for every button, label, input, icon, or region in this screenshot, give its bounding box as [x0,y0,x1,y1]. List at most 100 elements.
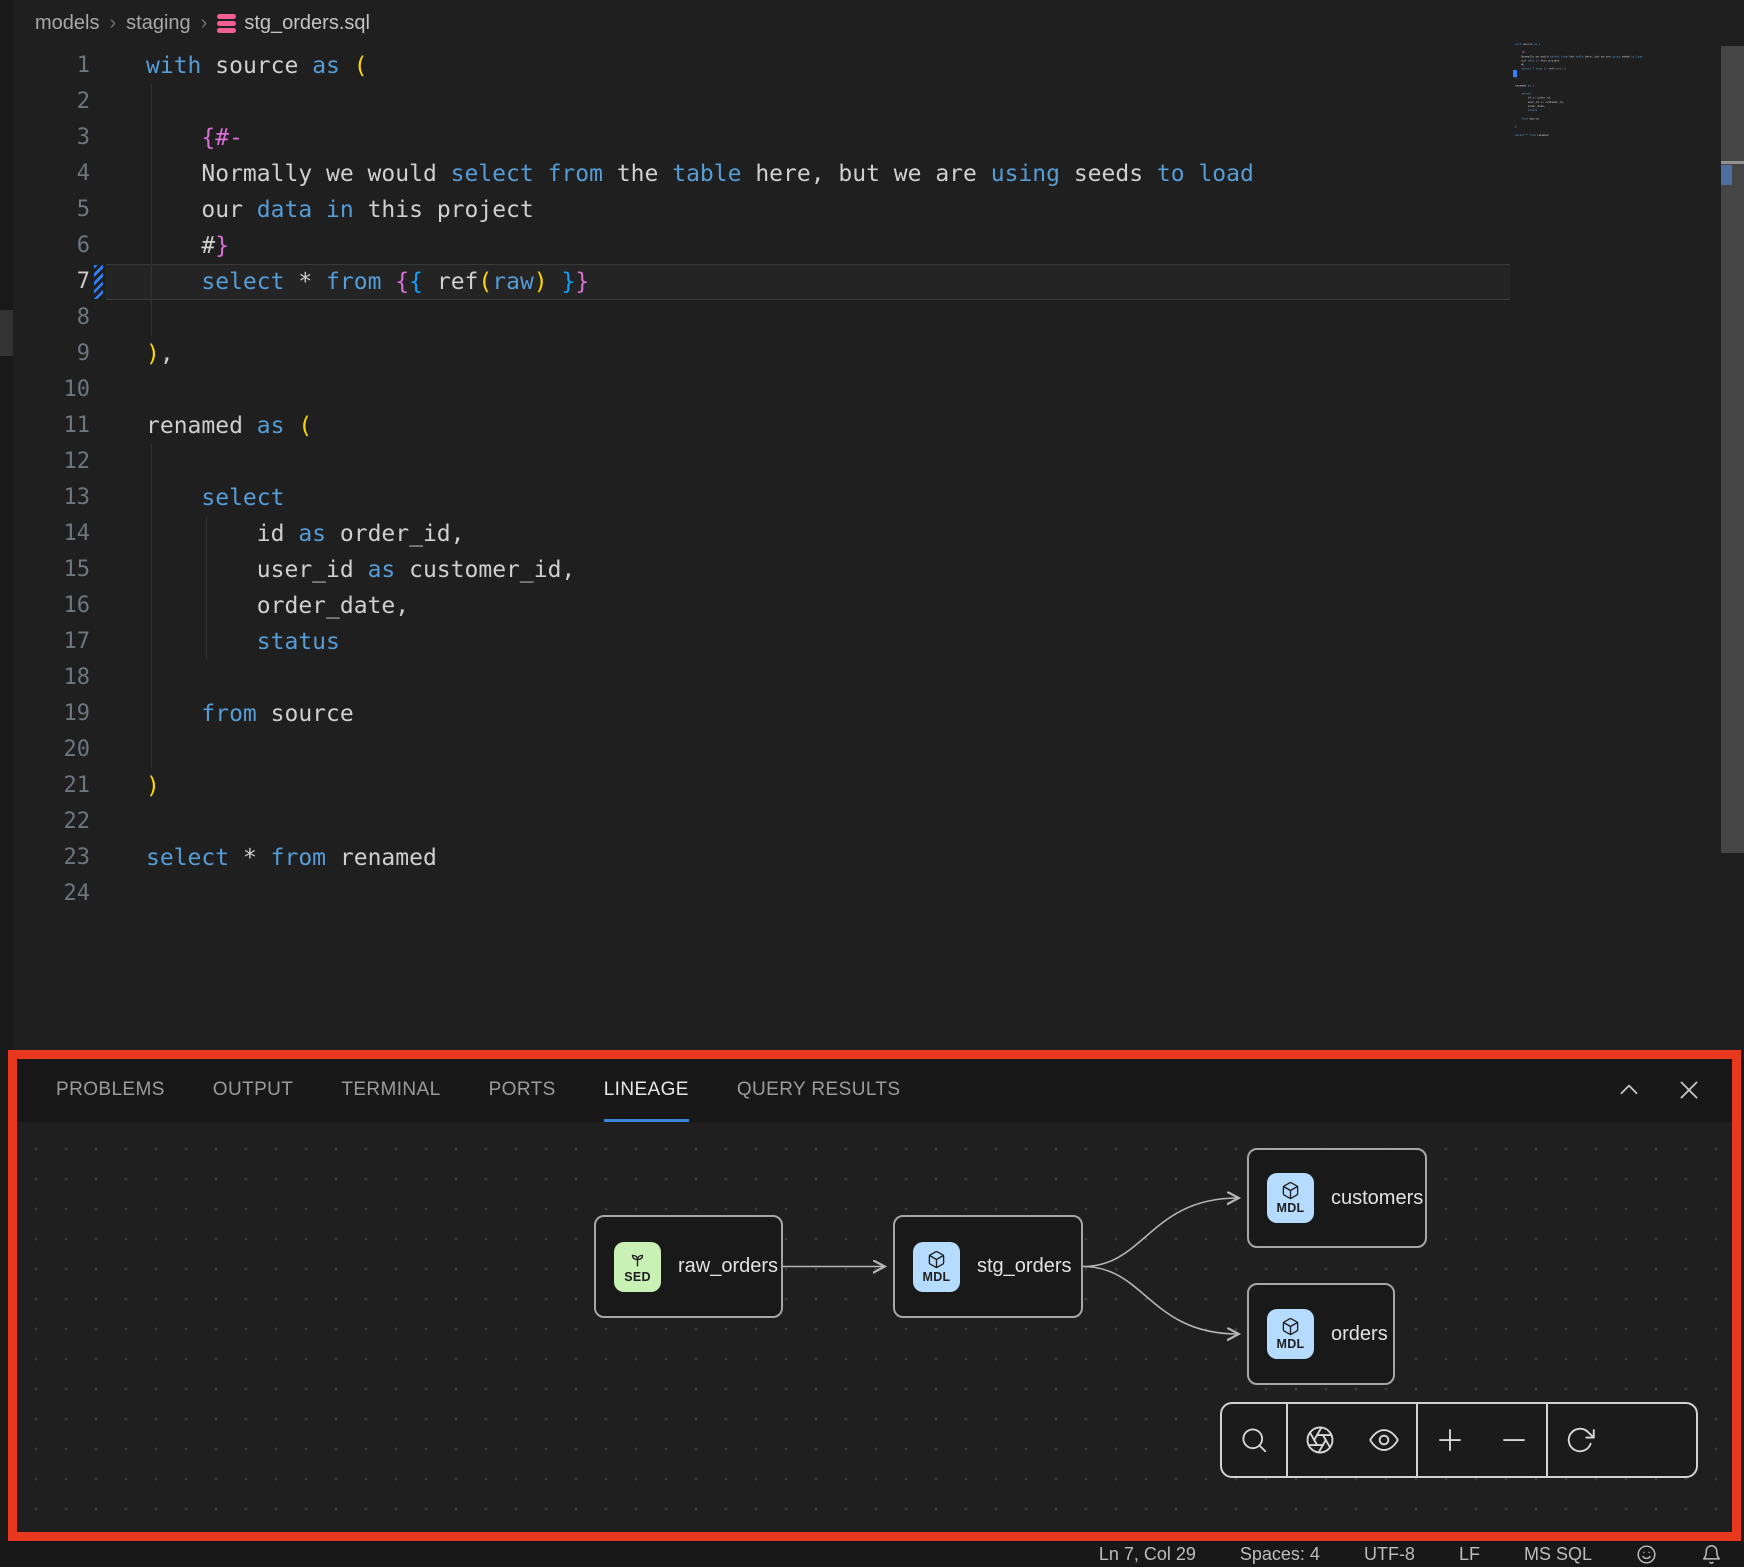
code-line: select * from {{ ref(raw) }} [146,264,1254,300]
status-item-ln-7-col-29[interactable]: Ln 7, Col 29 [1099,1544,1196,1565]
eye-button[interactable] [1352,1404,1416,1476]
code-line [146,444,1254,480]
panel-tab-problems[interactable]: PROBLEMS [56,1058,165,1122]
line-number: 22 [13,804,90,840]
code-line: our data in this project [146,192,1254,228]
lineage-node-raw_orders[interactable]: SED raw_orders [594,1215,783,1318]
code-line [146,876,1254,912]
refresh-button[interactable] [1548,1404,1612,1476]
code-line [146,804,1254,840]
vscode-window: models›staging›stg_orders.sql 1234567891… [0,0,1744,1567]
line-number: 13 [13,480,90,516]
line-number: 16 [13,588,90,624]
node-label: customers [1331,1187,1423,1210]
zoom-in-button[interactable] [1418,1404,1482,1476]
code-line: user_id as customer_id, [146,552,1254,588]
model-badge: MDL [913,1242,960,1292]
code-line: ) [146,768,1254,804]
line-number: 17 [13,624,90,660]
code-line: ), [146,336,1254,372]
status-item-ms-sql[interactable]: MS SQL [1524,1544,1592,1565]
code-editor[interactable]: with source as ( {#- Normally we would s… [146,48,1254,912]
modified-line-gutter-indicator [94,265,103,299]
lineage-node-stg_orders[interactable]: MDL stg_orders [893,1215,1083,1318]
close-icon[interactable] [1676,1077,1702,1103]
node-label: raw_orders [678,1255,778,1278]
line-number: 18 [13,660,90,696]
left-rail [0,0,13,1567]
chevron-up-icon[interactable] [1616,1077,1642,1103]
line-number: 12 [13,444,90,480]
overview-ruler-modified-marker [1721,165,1732,185]
zoom-out-button[interactable] [1482,1404,1546,1476]
code-line: order_date, [146,588,1254,624]
code-line: {#- [146,120,1254,156]
code-line: Normally we would select from the table … [146,156,1254,192]
left-rail-handle[interactable] [0,310,13,356]
line-number: 19 [13,696,90,732]
line-number: 9 [13,336,90,372]
lineage-toolbar [1220,1402,1698,1478]
code-line [146,300,1254,336]
breadcrumb-item[interactable]: models [35,12,99,35]
panel-tab-lineage[interactable]: LINEAGE [604,1058,689,1122]
line-number: 21 [13,768,90,804]
feedback-smiley-icon[interactable] [1636,1544,1657,1565]
status-item-lf[interactable]: LF [1459,1544,1480,1565]
line-number: 11 [13,408,90,444]
line-number: 2 [13,84,90,120]
status-item-spaces-4[interactable]: Spaces: 4 [1240,1544,1320,1565]
minimap[interactable]: with source as ( {#- Normally we would s… [1515,42,1715,172]
breadcrumb: models › staging › stg_orders.sql [13,0,370,46]
node-label: stg_orders [977,1255,1072,1278]
code-line: select * from renamed [146,840,1254,876]
code-line: select [146,480,1254,516]
line-number: 1 [13,48,90,84]
breadcrumb-separator: › [201,12,208,35]
node-label: orders [1331,1323,1388,1346]
model-badge: MDL [1267,1173,1314,1223]
panel-tab-terminal[interactable]: TERMINAL [341,1058,440,1122]
breadcrumb-separator: › [109,12,116,35]
line-number: 14 [13,516,90,552]
line-number: 3 [13,120,90,156]
code-line [146,660,1254,696]
model-badge: MDL [1267,1309,1314,1359]
code-line [146,84,1254,120]
code-line: with source as ( [146,48,1254,84]
breadcrumb-file[interactable]: stg_orders.sql [217,12,370,35]
line-number: 10 [13,372,90,408]
line-number: 8 [13,300,90,336]
line-number: 20 [13,732,90,768]
breadcrumb-item[interactable]: staging [126,12,191,35]
lineage-node-orders[interactable]: MDL orders [1247,1283,1395,1385]
minimap-code: with source as ( {#- Normally we would s… [1515,42,1699,141]
panel-tab-query-results[interactable]: QUERY RESULTS [737,1058,901,1122]
status-bar: Ln 7, Col 29 Spaces: 4 UTF-8 LF MS SQL [0,1541,1744,1567]
code-line: renamed as ( [146,408,1254,444]
status-item-utf-8[interactable]: UTF-8 [1364,1544,1415,1565]
search-button[interactable] [1222,1404,1286,1476]
line-number: 15 [13,552,90,588]
code-line: status [146,624,1254,660]
line-number: 5 [13,192,90,228]
line-number: 7 [13,264,90,300]
panel-tab-output[interactable]: OUTPUT [213,1058,294,1122]
code-line [146,372,1254,408]
lineage-node-customers[interactable]: MDL customers [1247,1148,1427,1248]
seed-badge: SED [614,1242,661,1292]
code-line [1515,137,1699,141]
aperture-button[interactable] [1288,1404,1352,1476]
database-file-icon [217,14,236,33]
code-line [146,732,1254,768]
panel-tab-ports[interactable]: PORTS [489,1058,556,1122]
minimap-modified-marker [1513,70,1517,77]
overview-ruler-cursor-marker [1721,161,1744,164]
line-number: 23 [13,840,90,876]
code-line: #} [146,228,1254,264]
code-line: id as order_id, [146,516,1254,552]
line-number-gutter: 123456789101112131415161718192021222324 [13,48,90,912]
code-line: from source [146,696,1254,732]
bell-icon[interactable] [1701,1544,1722,1565]
line-number: 4 [13,156,90,192]
